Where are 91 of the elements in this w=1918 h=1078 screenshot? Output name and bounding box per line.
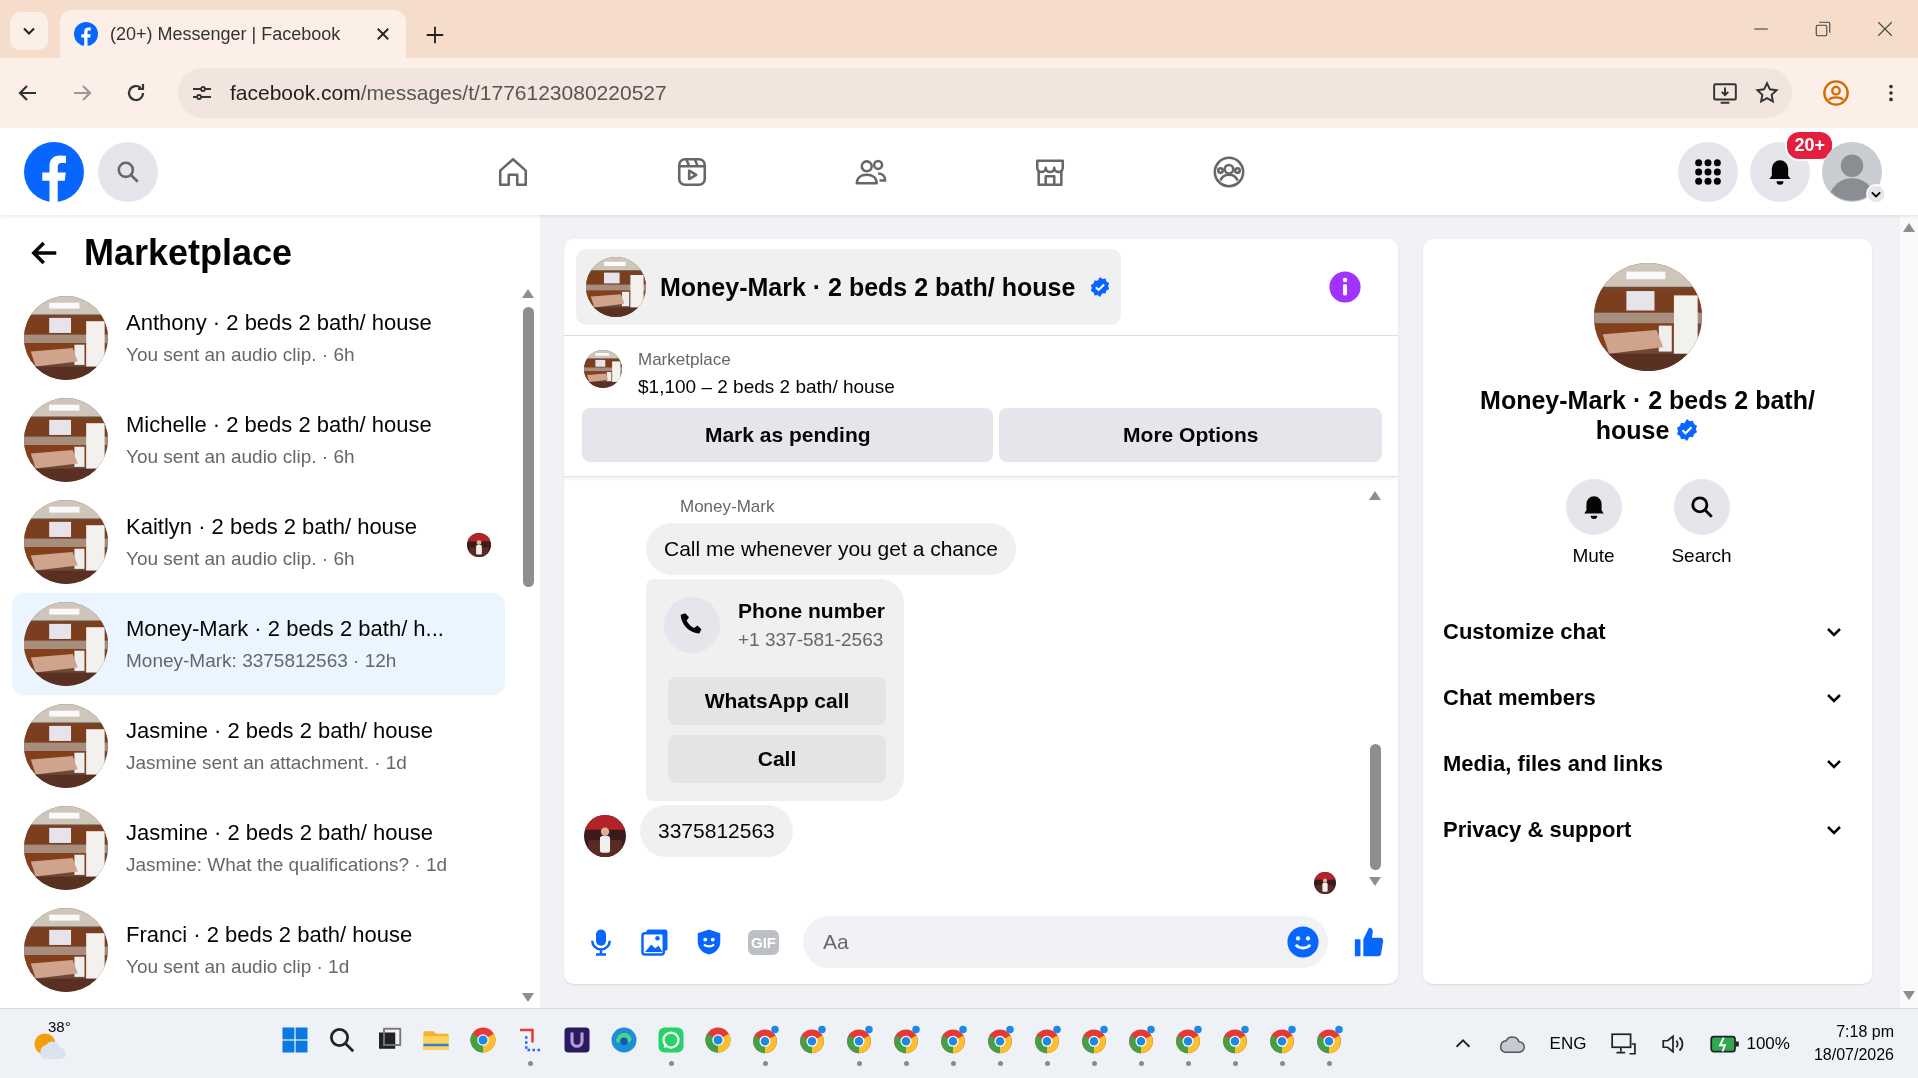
browser-profile-icon[interactable] (938, 1024, 968, 1055)
conversation-preview: You sent an audio clip · 1d (126, 956, 351, 978)
close-icon[interactable] (1876, 20, 1894, 38)
network-icon[interactable] (1610, 1030, 1637, 1057)
conversation-name: Money-Mark · 2 beds 2 bath/ h... (126, 616, 444, 642)
call-button[interactable]: Call (668, 735, 886, 783)
browser-profile-icon[interactable] (750, 1024, 780, 1055)
account-chevron-icon[interactable] (1866, 183, 1886, 204)
conversation-name: Franci · 2 beds 2 bath/ house (126, 922, 413, 948)
notification-count: 20+ (1785, 129, 1834, 161)
browser-profile-icon[interactable] (1173, 1024, 1203, 1055)
battery-percent: 100% (1746, 1033, 1790, 1054)
browser-profile-icon[interactable] (1126, 1024, 1156, 1055)
language-indicator[interactable]: ENG (1549, 1033, 1587, 1054)
contact-title: Phone number (738, 599, 885, 623)
section-toggle[interactable]: Customize chat (1443, 599, 1852, 665)
new-tab-icon[interactable] (424, 24, 446, 46)
conversation-item[interactable]: Jasmine · 2 beds 2 bath/ house Jasmine sent an attachment. · 1d (12, 695, 505, 797)
listing-label: Marketplace (638, 350, 732, 370)
conversation-name: Kaitlyn · 2 beds 2 bath/ house (126, 514, 418, 540)
search-icon (1688, 494, 1715, 520)
scrollbar-thumb[interactable] (1369, 744, 1381, 870)
conversation-name: Michelle · 2 beds 2 bath/ house (126, 412, 432, 438)
conversation-item[interactable]: Anthony · 2 beds 2 bath/ house You sent an audio clip. · 6h (12, 287, 505, 389)
section-toggle[interactable]: Media, files and links (1443, 731, 1852, 797)
star-icon[interactable] (1754, 80, 1780, 106)
conversation-preview: You sent an audio clip. · 6h (126, 548, 356, 570)
conversation-item[interactable]: Franci · 2 beds 2 bath/ house You sent an audio clip · 1d (12, 899, 505, 1001)
conversation-preview: You sent an audio clip. · 6h (126, 344, 356, 366)
close-icon[interactable] (374, 25, 392, 43)
scroll-up-icon[interactable] (1368, 489, 1382, 501)
scroll-down-icon[interactable] (1368, 876, 1382, 888)
call-button[interactable]: WhatsApp call (668, 677, 886, 725)
conversation-item[interactable]: Kaitlyn · 2 beds 2 bath/ house You sent an audio clip. · 6h (12, 491, 505, 593)
facebook-icon (74, 22, 98, 46)
conversation-preview: Money-Mark: 3375812563 · 12h (126, 650, 398, 672)
chat-title: Money-Mark · 2 beds 2 bath/ house (660, 272, 1076, 302)
image-icon[interactable] (640, 927, 670, 957)
browser-profile-icon[interactable] (1079, 1024, 1109, 1055)
clock[interactable]: 7:18 pm 18/07/2026 (1813, 1021, 1894, 1066)
profile-icon[interactable] (1822, 79, 1850, 107)
section-toggle[interactable]: Chat members (1443, 665, 1852, 731)
message-input[interactable]: Aa (823, 930, 1286, 954)
facebook-logo-icon[interactable] (24, 141, 84, 202)
groups-icon[interactable] (1212, 154, 1246, 189)
restore-icon[interactable] (1814, 20, 1832, 38)
browser-profile-icon[interactable] (985, 1024, 1015, 1055)
browser-profile-icon[interactable] (891, 1024, 921, 1055)
conversation-item[interactable]: Jasmine · 2 beds 2 bath/ house Jasmine: What the qualifications? · 1d (12, 797, 505, 899)
browser-profile-icon[interactable] (1032, 1024, 1062, 1055)
mute-button[interactable]: Mute (1554, 479, 1633, 567)
browser-profile-icon[interactable] (1267, 1024, 1297, 1055)
conversation-name: Anthony · 2 beds 2 bath/ house (126, 310, 432, 336)
message-field[interactable]: Aa (803, 916, 1328, 968)
emoji-icon[interactable] (1286, 925, 1320, 959)
like-icon[interactable] (1352, 925, 1386, 959)
scroll-down-icon[interactable] (521, 992, 535, 1004)
sidebar-title: Marketplace (84, 232, 293, 274)
info-icon[interactable] (1328, 270, 1362, 304)
sender-name: Money-Mark (680, 497, 776, 517)
browser-profile-icon[interactable] (1314, 1024, 1344, 1055)
address-bar[interactable]: facebook.com/messages/t/1776123080220527 (178, 68, 1792, 118)
grid-icon (1694, 157, 1722, 186)
scrollbar-thumb[interactable] (522, 307, 534, 587)
chat-header[interactable]: Money-Mark · 2 beds 2 bath/ house (576, 249, 1122, 325)
conversation-preview: You sent an audio clip. · 6h (126, 446, 356, 468)
install-app-icon[interactable] (1712, 80, 1738, 106)
conversation-name: Jasmine · 2 beds 2 bath/ house (126, 718, 433, 744)
conversation-preview: Jasmine: What the qualifications? · 1d (126, 854, 448, 876)
scroll-up-icon[interactable] (1902, 221, 1916, 233)
scroll-down-icon[interactable] (1902, 990, 1916, 1002)
conversation-preview: Jasmine sent an attachment. · 1d (126, 752, 408, 774)
conversation-item[interactable]: Michelle · 2 beds 2 bath/ house You sent an audio clip. · 6h (12, 389, 505, 491)
browser-profile-icon[interactable] (844, 1024, 874, 1055)
listing-action-button[interactable]: More Options (999, 408, 1382, 462)
browser-profile-icon[interactable] (797, 1024, 827, 1055)
section-toggle[interactable]: Privacy & support (1443, 797, 1852, 863)
conversation-name: Jasmine · 2 beds 2 bath/ house (126, 820, 434, 846)
url-text: facebook.com/messages/t/1776123080220527 (230, 81, 668, 105)
listing-action-button[interactable]: Mark as pending (582, 408, 994, 462)
scroll-up-icon[interactable] (521, 287, 535, 299)
phone-number: +1 337-581-2563 (738, 629, 885, 651)
message-bubble: 3375812563 (640, 805, 793, 857)
conversation-item[interactable]: Money-Mark · 2 beds 2 bath/ h... Money-Mark: 3375812563 · 12h (12, 593, 505, 695)
browser-profile-icon[interactable] (1220, 1024, 1250, 1055)
contact-name: Money-Mark · 2 beds 2 bath/ house (1480, 386, 1815, 444)
message-bubble: Call me whenever you get a chance (646, 523, 1016, 575)
listing-title: $1,100 – 2 beds 2 bath/ house (638, 376, 895, 398)
browser-tab[interactable]: (20+) Messenger | Facebook (60, 10, 406, 58)
tab-list-button[interactable] (10, 12, 48, 50)
search-button[interactable]: Search (1662, 479, 1741, 567)
